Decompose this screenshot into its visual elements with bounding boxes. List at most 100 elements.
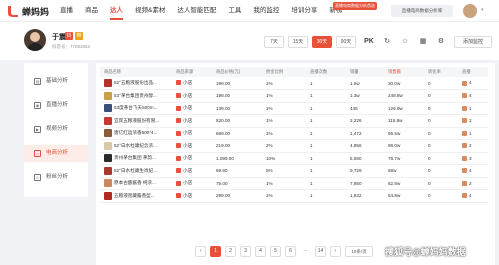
column-header[interactable]: 直播次数 <box>306 67 346 77</box>
product-name[interactable]: 五粮液窖藏酱香型... <box>114 193 155 199</box>
settings-icon[interactable]: ⚙ <box>434 36 448 48</box>
product-name[interactable]: 53°茅台集团贵州醇... <box>114 93 157 99</box>
product-name[interactable]: 53度茅台飞天500m... <box>114 105 157 111</box>
range-button[interactable]: 7天 <box>264 36 284 48</box>
product-name[interactable]: 贵州茅台集团 茅韵... <box>114 155 156 161</box>
sidebar-item[interactable]: ▤ 基础分析 <box>24 73 88 90</box>
sidebar-item[interactable]: ◉ 直播分析 <box>24 97 88 114</box>
live-cell[interactable]: 4 <box>458 89 488 103</box>
logo-icon[interactable] <box>6 4 20 18</box>
brand-name[interactable]: 蝉妈妈 <box>22 5 49 18</box>
product-cell[interactable]: 原本古酿酱香 纯浓... <box>100 177 172 190</box>
live-cell[interactable]: 4 <box>458 77 488 90</box>
next-page-button[interactable]: › <box>330 246 341 257</box>
nav-item[interactable]: 达人智能匹配 <box>171 0 222 22</box>
live-cell[interactable]: 1 <box>458 127 488 140</box>
table-row[interactable]: 53°茅台集团贵州醇... 小店 198.00 1% 1 1.3w 248.8w 0 4 <box>100 89 488 103</box>
column-header[interactable]: 商品名称 <box>100 67 172 77</box>
live-cell[interactable]: 2 <box>458 114 488 128</box>
sidebar-item[interactable]: ⌂ 电商分析 <box>24 145 88 162</box>
sidebar-item[interactable]: ▶ 视频分析 <box>24 121 88 138</box>
source-label: 小店 <box>183 130 193 136</box>
live-cell[interactable]: 2 <box>458 139 488 153</box>
page-size-select[interactable]: 10条/页 <box>345 246 373 257</box>
range-button[interactable]: 15天 <box>288 36 308 48</box>
product-cell[interactable]: 52°白水杜康生肖纪... <box>100 164 172 178</box>
table-row[interactable]: 五粮液窖藏酱香型... 小店 299.00 1% 1 1,832 54.8w 0 4 <box>100 189 488 203</box>
page-button[interactable]: 3 <box>240 246 251 257</box>
nav-item[interactable]: 直播 <box>54 0 79 22</box>
prev-page-button[interactable]: ‹ <box>195 246 206 257</box>
star-icon[interactable]: ☆ <box>398 36 412 48</box>
nav-item[interactable]: 我的监控 <box>247 0 285 22</box>
table-row[interactable]: 52°五粮液股份出品... 小店 199.00 1% 1 1.5w 30.0w 0 4 <box>100 77 488 90</box>
commission-cell: 1% <box>262 102 306 115</box>
table-row[interactable]: 52°白水杜康生肖纪... 小店 69.90 5% 1 9,729 68w 0 4 <box>100 164 488 178</box>
column-header[interactable]: 商品来源 <box>172 67 212 77</box>
page-button[interactable]: 4 <box>255 246 266 257</box>
revenue-cell: 248.8w <box>384 89 424 103</box>
table-row[interactable]: 唐亿红运浓香500*4... 小店 689.00 1% 1 1,472 96.5w 0 1 <box>100 127 488 140</box>
lives-cell: 1 <box>306 89 346 103</box>
live-count: 4 <box>469 93 472 99</box>
page-button[interactable]: 2 <box>225 246 236 257</box>
nav-item[interactable]: 工具 <box>222 0 247 22</box>
pk-button[interactable]: PK <box>362 36 376 48</box>
product-name[interactable]: 52°五粮液股份出品... <box>114 80 157 86</box>
lives-cell: 1 <box>306 152 346 165</box>
live-cell[interactable]: 4 <box>458 189 488 203</box>
range-button[interactable]: 30天 <box>312 36 332 48</box>
table-row[interactable]: 宜宾五粮液股份有限... 小店 520.00 1% 1 2,226 115.8w 0 2 <box>100 114 488 128</box>
table-row[interactable]: 原本古酿酱香 纯浓... 小店 79.00 1% 1 7,950 62.8w 0 2 <box>100 177 488 190</box>
nav-item[interactable]: 视频&素材 <box>129 0 171 22</box>
page-button[interactable]: 14 <box>315 246 326 257</box>
page-button[interactable]: 5 <box>270 246 281 257</box>
profile-name: 于震 <box>52 34 66 41</box>
page-button[interactable]: 1 <box>210 246 221 257</box>
column-header[interactable]: 商品价格(元) <box>212 67 262 77</box>
top-right-button[interactable]: 直播电商数据分析库 <box>391 5 453 17</box>
column-header[interactable]: 佣金比例 <box>262 67 306 77</box>
table-row[interactable]: 贵州茅台集团 茅韵... 小店 1,099.00 10% 1 5,580 78.7w 0 3 <box>100 152 488 165</box>
live-icon <box>462 118 467 124</box>
product-cell[interactable]: 宜宾五粮液股份有限... <box>100 114 172 128</box>
nav-item[interactable]: 商品 <box>79 0 104 22</box>
live-count: 1 <box>469 105 472 111</box>
live-cell[interactable]: 2 <box>458 177 488 190</box>
nav-item[interactable]: 培训分享 <box>285 0 323 22</box>
product-name[interactable]: 宜宾五粮液股份有限... <box>114 118 159 124</box>
page-button[interactable]: 6 <box>285 246 296 257</box>
column-header[interactable]: 转化率 <box>424 67 458 77</box>
conv-cell: 0 <box>424 152 458 165</box>
user-avatar[interactable] <box>463 4 477 18</box>
range-button[interactable]: 90天 <box>336 36 356 48</box>
live-count: 1 <box>469 130 472 136</box>
revenue-cell: 96.0w <box>384 139 424 153</box>
product-name[interactable]: 唐亿红运浓香500*4... <box>114 130 157 136</box>
column-header[interactable]: 销量 <box>346 67 384 77</box>
product-name[interactable]: 原本古酿酱香 纯浓... <box>114 180 156 186</box>
table-row[interactable]: 52°白水杜康纪念浓... 小店 219.00 2% 1 4,856 96.0w 0 2 <box>100 139 488 153</box>
product-cell[interactable]: 五粮液窖藏酱香型... <box>100 189 172 203</box>
product-cell[interactable]: 52°五粮液股份出品... <box>100 77 172 90</box>
column-header[interactable]: 直播 <box>458 67 488 77</box>
add-monitor-button[interactable]: 添加监控 <box>454 36 492 48</box>
live-cell[interactable]: 3 <box>458 152 488 165</box>
product-name[interactable]: 52°白水杜康纪念浓... <box>114 143 157 149</box>
column-header[interactable]: 销售额 <box>384 67 424 77</box>
product-cell[interactable]: 53度茅台飞天500m... <box>100 102 172 115</box>
product-cell[interactable]: 唐亿红运浓香500*4... <box>100 127 172 140</box>
table-row[interactable]: 53度茅台飞天500m... 小店 139.00 1% 1 445 126.9w 0 1 <box>100 102 488 115</box>
live-cell[interactable]: 4 <box>458 164 488 178</box>
product-cell[interactable]: 52°白水杜康纪念浓... <box>100 139 172 153</box>
product-cell[interactable]: 贵州茅台集团 茅韵... <box>100 152 172 165</box>
sidebar-item[interactable]: ☺ 粉丝分析 <box>24 169 88 186</box>
nav-item[interactable]: 达人 <box>104 0 129 22</box>
product-name[interactable]: 52°白水杜康生肖纪... <box>114 168 157 174</box>
qrcode-icon[interactable]: ▦ <box>416 36 430 48</box>
refresh-icon[interactable]: ↻ <box>380 36 394 48</box>
chevron-down-icon[interactable]: ▾ <box>481 7 484 13</box>
product-cell[interactable]: 53°茅台集团贵州醇... <box>100 89 172 103</box>
page-button[interactable]: ... <box>300 246 311 257</box>
live-cell[interactable]: 1 <box>458 102 488 115</box>
